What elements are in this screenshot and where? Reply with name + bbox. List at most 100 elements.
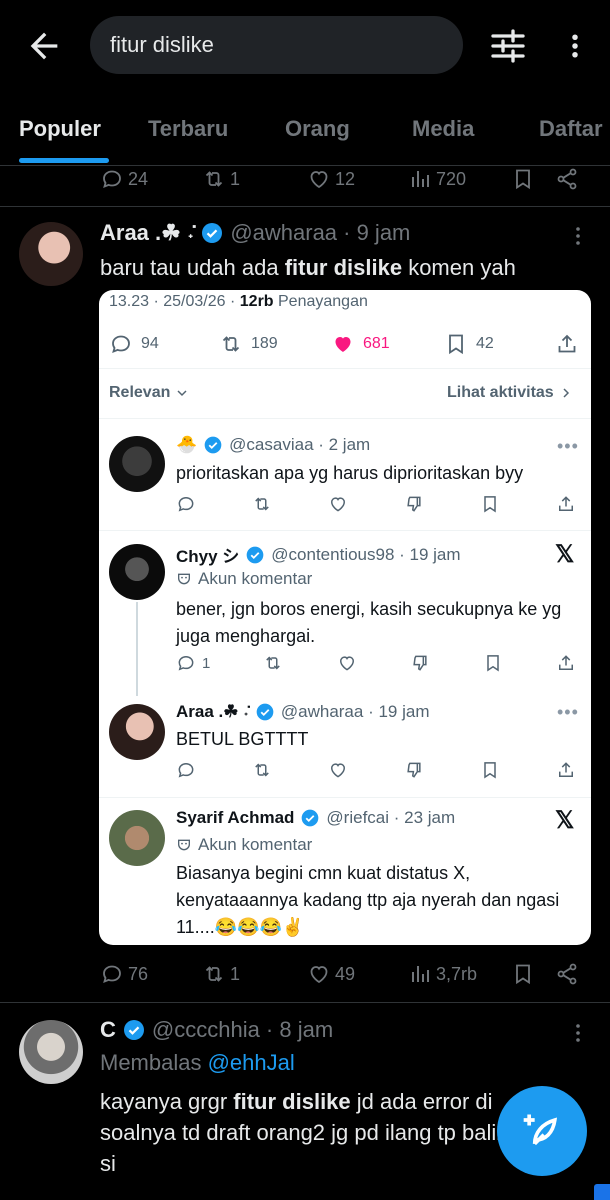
verified-badge-icon xyxy=(246,546,264,563)
comment-actions xyxy=(176,760,576,780)
reply-prefix: Membalas xyxy=(100,1050,208,1075)
tweet-more-button[interactable] xyxy=(566,1021,590,1045)
heart-icon xyxy=(330,497,346,512)
tweet-text-highlight: fitur dislike xyxy=(233,1089,351,1114)
like-button[interactable]: 12 xyxy=(307,167,355,191)
retweet-icon xyxy=(222,336,240,352)
tweet-text: baru tau udah ada fitur dislike komen ya… xyxy=(100,252,580,283)
divider xyxy=(99,418,591,419)
bookmark-button[interactable] xyxy=(511,167,535,191)
divider xyxy=(99,797,591,798)
comment-text: Biasanya begini cmn kuat distatus X, ken… xyxy=(176,863,560,937)
tab-populer[interactable]: Populer xyxy=(19,116,101,142)
retweet-button[interactable]: 1 xyxy=(202,167,240,191)
verified-badge-icon xyxy=(202,223,223,243)
comment-text: BETUL BGTTTT xyxy=(176,729,309,749)
comment-actions: 1 xyxy=(176,653,576,673)
more-dots-icon: ••• xyxy=(557,436,579,456)
tweet-more-button[interactable] xyxy=(566,224,590,248)
author-name[interactable]: Araa .⁠☘︎ ݁˖ xyxy=(100,220,194,246)
like-count: 12 xyxy=(335,168,356,189)
retweet-button[interactable]: 1 xyxy=(202,962,240,986)
comment-label: Akun komentar xyxy=(176,569,312,589)
comment-handle: @contentious98 · 19 jam xyxy=(271,544,461,564)
tweet-text-part: baru tau udah ada xyxy=(100,255,285,280)
search-filter-button[interactable] xyxy=(488,26,528,66)
author-handle-time[interactable]: @awharaa · 9 jam xyxy=(230,220,410,246)
reply-button[interactable]: 76 xyxy=(100,962,148,986)
reply-to-link[interactable]: @ehhJal xyxy=(208,1050,295,1075)
reply-count: 76 xyxy=(128,963,149,984)
reply-icon xyxy=(178,655,194,671)
more-dots-icon: ••• xyxy=(557,702,579,722)
author-name[interactable]: C xyxy=(100,1017,116,1043)
heart-icon xyxy=(310,171,328,189)
sort-relevan: Relevan xyxy=(109,384,190,402)
compose-post-button[interactable] xyxy=(497,1086,587,1176)
tab-orang[interactable]: Orang xyxy=(285,116,350,142)
card-like-stat: 681 xyxy=(331,332,390,356)
comment-avatar xyxy=(109,704,165,760)
search-input[interactable]: fitur dislike xyxy=(90,16,463,74)
views-icon xyxy=(412,171,429,187)
author-handle-time[interactable]: @cccchhia · 8 jam xyxy=(152,1017,333,1043)
retweet-icon xyxy=(266,656,281,670)
divider xyxy=(0,165,610,166)
comment-actions xyxy=(176,494,576,514)
feather-plus-icon xyxy=(523,1114,558,1146)
tab-terbaru[interactable]: Terbaru xyxy=(148,116,228,142)
thread-line xyxy=(136,602,138,696)
comment-header: Araa .⁠☘︎ ݁˖ @awharaa · 19 jam xyxy=(176,702,429,722)
back-button[interactable] xyxy=(22,26,66,66)
kebab-icon xyxy=(576,1024,580,1042)
heart-filled-icon xyxy=(335,337,351,352)
chevron-right-icon xyxy=(563,388,569,398)
comment-account-label: Akun komentar xyxy=(198,569,313,588)
kebab-icon xyxy=(576,227,580,245)
reply-button[interactable]: 24 xyxy=(100,167,148,191)
heart-icon xyxy=(339,656,354,671)
comment-reply: 1 xyxy=(176,653,210,673)
divider xyxy=(99,368,591,369)
bookmark-icon xyxy=(516,169,530,190)
comment-handle: @casaviaa · 2 jam xyxy=(229,435,371,454)
dislike-icon xyxy=(407,762,421,778)
active-tab-indicator xyxy=(19,158,109,163)
heart-icon xyxy=(330,763,346,778)
arrow-left-icon xyxy=(30,32,58,60)
comment-reply-count: 1 xyxy=(202,654,211,672)
comment-text: prioritaskan apa yg harus diprioritaskan… xyxy=(176,463,524,483)
share-button[interactable] xyxy=(555,962,579,986)
comment-avatar xyxy=(109,544,165,600)
bookmark-icon xyxy=(516,964,530,985)
comment-label: Akun komentar xyxy=(176,835,312,855)
view-activity: Lihat aktivitas xyxy=(447,384,574,402)
comment-avatar xyxy=(109,810,165,866)
avatar[interactable] xyxy=(19,222,83,286)
comment-author: Araa .⁠☘︎ ݁˖ xyxy=(176,702,249,721)
avatar[interactable] xyxy=(19,1020,83,1084)
bookmark-icon xyxy=(484,762,496,779)
card-reply-count: 94 xyxy=(141,335,159,352)
tweet-text-highlight: fitur dislike xyxy=(284,255,403,280)
card-reply-stat: 94 xyxy=(109,332,159,356)
search-query: fitur dislike xyxy=(110,32,214,57)
more-options-button[interactable] xyxy=(560,26,590,66)
retweet-icon xyxy=(205,966,223,982)
like-button[interactable]: 49 xyxy=(307,962,355,986)
share-button[interactable] xyxy=(555,167,579,191)
sort-label: Relevan xyxy=(109,384,171,401)
tweet-text: kayanya grgr fitur dislike jd ada error … xyxy=(100,1086,510,1179)
retweet-icon xyxy=(205,171,223,187)
tweet-text-part: kayanya grgr xyxy=(100,1089,234,1114)
tab-media[interactable]: Media xyxy=(412,116,474,142)
tab-daftar[interactable]: Daftar xyxy=(539,116,603,142)
heart-icon xyxy=(310,966,328,984)
attached-image[interactable]: 13.23 · 25/03/26 · 12rb Penayangan 94 18… xyxy=(99,290,591,945)
tweet-header: Araa .⁠☘︎ ݁˖ @awharaa · 9 jam xyxy=(100,220,410,246)
views-button[interactable]: 720 xyxy=(408,167,466,191)
bookmark-button[interactable] xyxy=(511,962,535,986)
views-button[interactable]: 3,7rb xyxy=(408,962,477,986)
upload-icon xyxy=(558,655,573,670)
retweet-count: 1 xyxy=(230,168,241,189)
